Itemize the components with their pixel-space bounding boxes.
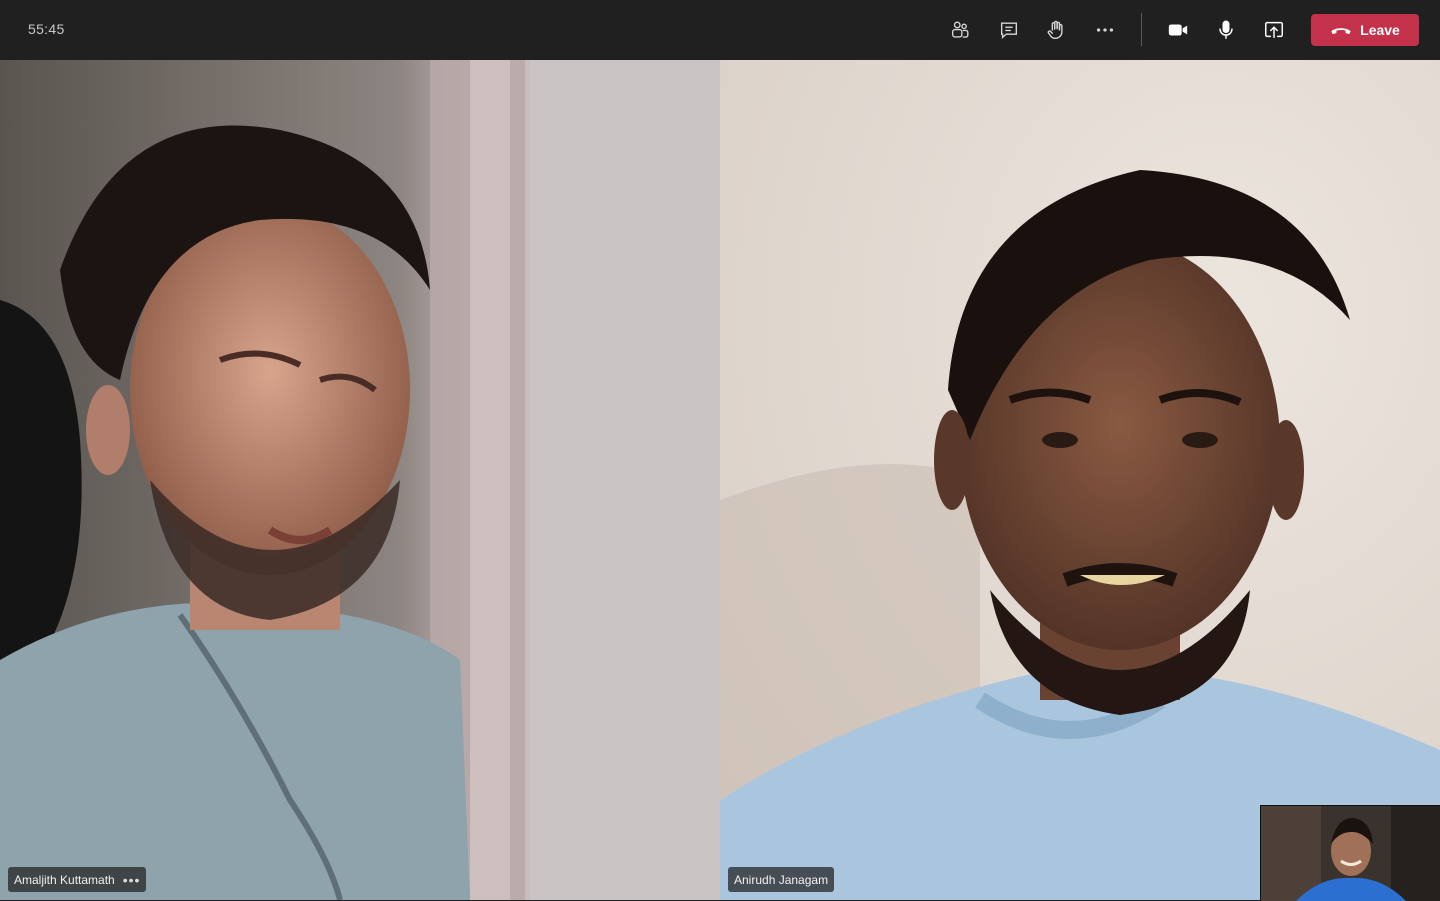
participant-name: Anirudh Janagam xyxy=(734,872,829,887)
call-toolbar: 55:45 Leave xyxy=(0,0,1440,60)
participants-button[interactable] xyxy=(942,12,978,48)
participant-video xyxy=(720,60,1440,900)
participant-name: Amaljith Kuttamath xyxy=(14,872,115,887)
ellipsis-icon xyxy=(1096,28,1114,32)
leave-label: Leave xyxy=(1360,22,1400,38)
self-video xyxy=(1261,806,1440,901)
microphone-button[interactable] xyxy=(1208,12,1244,48)
participant-video xyxy=(0,60,720,900)
chat-icon xyxy=(1000,22,1018,39)
participant-tile-amaljith: Amaljith Kuttamath ••• xyxy=(0,60,720,900)
self-view[interactable] xyxy=(1260,805,1440,901)
participant-more-options-icon[interactable]: ••• xyxy=(123,872,141,888)
people-icon xyxy=(951,21,969,38)
more-actions-button[interactable] xyxy=(1087,12,1123,48)
hand-icon xyxy=(1047,20,1063,39)
microphone-icon xyxy=(1219,20,1233,39)
call-timer: 55:45 xyxy=(28,21,65,37)
share-button[interactable] xyxy=(1256,12,1292,48)
chat-button[interactable] xyxy=(991,12,1027,48)
leave-button[interactable]: Leave xyxy=(1311,14,1419,46)
camera-button[interactable] xyxy=(1160,12,1196,48)
share-screen-icon xyxy=(1265,21,1283,39)
participant-name-tag: Amaljith Kuttamath ••• xyxy=(8,867,147,892)
participant-tile-anirudh: Anirudh Janagam xyxy=(720,60,1440,900)
participant-name-tag: Anirudh Janagam xyxy=(728,867,835,892)
hang-up-icon xyxy=(1331,28,1351,35)
video-camera-icon xyxy=(1168,24,1188,36)
raise-hand-button[interactable] xyxy=(1038,12,1074,48)
toolbar-divider xyxy=(1141,13,1142,46)
